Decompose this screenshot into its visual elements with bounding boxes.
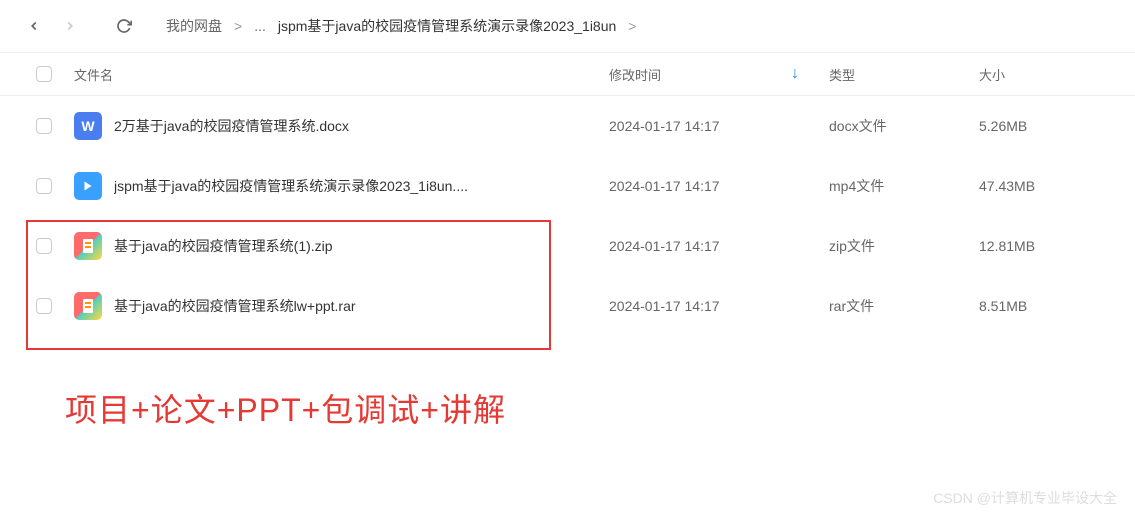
file-name[interactable]: 基于java的校园疫情管理系统(1).zip [114,236,609,256]
chevron-right-icon: > [628,18,636,34]
back-button[interactable] [20,12,48,40]
file-size: 5.26MB [979,118,1099,134]
table-row[interactable]: jspm基于java的校园疫情管理系统演示录像2023_1i8un....202… [0,156,1135,216]
breadcrumb-ellipsis[interactable]: ... [254,18,266,34]
file-name[interactable]: 2万基于java的校园疫情管理系统.docx [114,116,609,136]
breadcrumb-current: jspm基于java的校园疫情管理系统演示录像2023_1i8un [278,16,616,36]
file-type: zip文件 [829,236,979,256]
breadcrumb-root[interactable]: 我的网盘 [166,16,222,36]
rar-file-icon [74,292,102,320]
column-header-name[interactable]: 文件名 [74,65,609,84]
row-checkbox[interactable] [36,298,52,314]
file-size: 8.51MB [979,298,1099,314]
file-name[interactable]: jspm基于java的校园疫情管理系统演示录像2023_1i8un.... [114,176,609,196]
row-checkbox[interactable] [36,238,52,254]
column-header-type[interactable]: 类型 [829,65,979,84]
annotation-text: 项目+论文+PPT+包调试+讲解 [65,385,506,431]
file-type: mp4文件 [829,176,979,196]
refresh-button[interactable] [110,12,138,40]
watermark: CSDN @计算机专业毕设大全 [933,488,1117,508]
mp4-file-icon [74,172,102,200]
forward-button[interactable] [56,12,84,40]
table-row[interactable]: W 2万基于java的校园疫情管理系统.docx2024-01-17 14:17d… [0,96,1135,156]
file-type: rar文件 [829,296,979,316]
row-checkbox[interactable] [36,118,52,134]
file-mtime: 2024-01-17 14:17 [609,118,829,134]
file-name[interactable]: 基于java的校园疫情管理系统lw+ppt.rar [114,296,609,316]
column-header-mtime[interactable]: 修改时间 ↓ [609,65,829,84]
toolbar: 我的网盘 > ... jspm基于java的校园疫情管理系统演示录像2023_1… [0,0,1135,52]
file-type: docx文件 [829,116,979,136]
sort-arrow-down-icon: ↓ [791,65,799,83]
file-mtime: 2024-01-17 14:17 [609,238,829,254]
zip-file-icon [74,232,102,260]
column-header-mtime-label: 修改时间 [609,65,661,84]
table-row[interactable]: 基于java的校园疫情管理系统(1).zip2024-01-17 14:17zi… [0,216,1135,276]
file-size: 12.81MB [979,238,1099,254]
file-mtime: 2024-01-17 14:17 [609,178,829,194]
table-row[interactable]: 基于java的校园疫情管理系统lw+ppt.rar2024-01-17 14:1… [0,276,1135,336]
select-all-checkbox[interactable] [36,66,52,82]
chevron-right-icon: > [234,18,242,34]
row-checkbox[interactable] [36,178,52,194]
file-size: 47.43MB [979,178,1099,194]
table-header: 文件名 修改时间 ↓ 类型 大小 [0,52,1135,96]
docx-file-icon: W [74,112,102,140]
breadcrumb: 我的网盘 > ... jspm基于java的校园疫情管理系统演示录像2023_1… [166,16,636,36]
file-mtime: 2024-01-17 14:17 [609,298,829,314]
file-list: W2万基于java的校园疫情管理系统.docx2024-01-17 14:17d… [0,96,1135,336]
column-header-size[interactable]: 大小 [979,65,1099,84]
